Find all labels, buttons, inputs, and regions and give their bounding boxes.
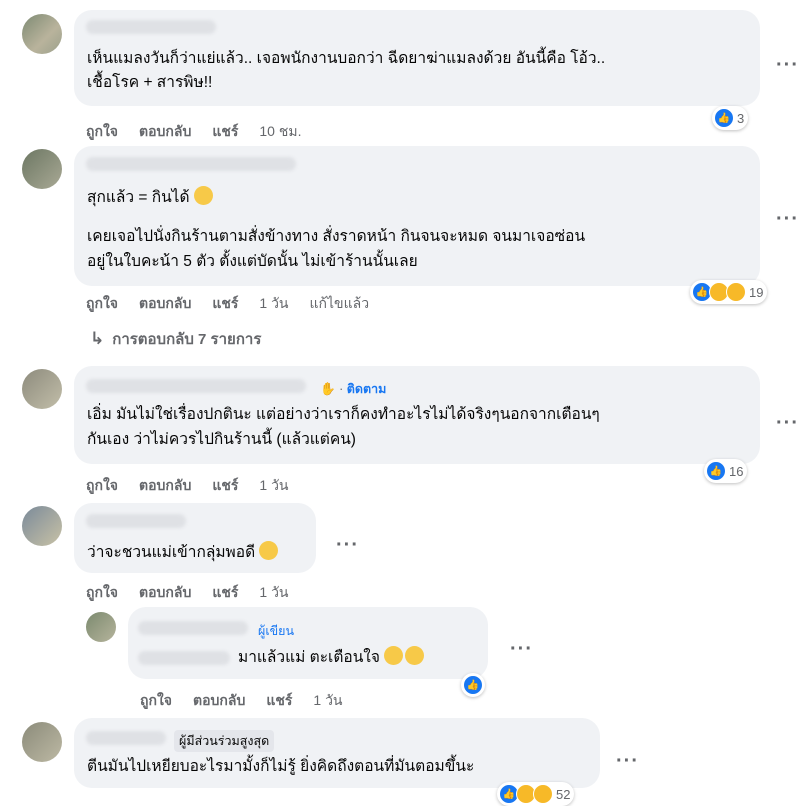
more-options-icon[interactable]: ··· [510, 639, 533, 659]
comment-bubble: สุกแล้ว = กินได้ เคยเจอไปนั่งกินร้านตามส… [74, 146, 760, 286]
reaction-summary[interactable]: 👍 52 [497, 782, 575, 806]
thumbs-up-icon: 👍 [706, 461, 726, 481]
like-button[interactable]: ถูกใจ [86, 582, 118, 604]
share-button[interactable]: แชร์ [266, 690, 292, 712]
timestamp[interactable]: 10 ชม. [259, 121, 301, 143]
comment-bubble: ผู้มีส่วนร่วมสูงสุด ตีนมันไปเหยียบอะไรมา… [74, 718, 600, 788]
share-button[interactable]: แชร์ [212, 582, 238, 604]
share-button[interactable]: แชร์ [212, 475, 238, 497]
commenter-name[interactable] [86, 514, 186, 528]
reply-button[interactable]: ตอบกลับ [193, 690, 245, 712]
reaction-count: 52 [556, 786, 571, 802]
mention-tag[interactable] [138, 651, 230, 665]
comment-bubble: เห็นแมลงวันก็ว่าแย่แล้ว.. เจอพนักงานบอกว… [74, 10, 760, 106]
comment-bubble: ✋ · ติดตาม เอิ่ม มันไม่ใช่เรื่องปกตินะ แ… [74, 366, 760, 464]
avatar[interactable] [22, 722, 62, 762]
comment-actions: ถูกใจ ตอบกลับ แชร์ 10 ชม. [86, 121, 322, 143]
reaction-count: 19 [749, 284, 764, 300]
comment-bubble: ว่าจะชวนแม่เข้ากลุ่มพอดี [74, 503, 316, 573]
sweat-smile-emoji-icon [405, 646, 425, 665]
follow-link[interactable]: ✋ · ติดตาม [320, 379, 386, 399]
timestamp[interactable]: 1 วัน [259, 582, 288, 604]
comment-text: มาแล้วแม่ ตะเตือนใจ [238, 649, 380, 666]
more-options-icon[interactable]: ··· [336, 535, 359, 555]
reply-arrow-icon: ↳ [90, 329, 105, 348]
reaction-count: 16 [729, 463, 744, 479]
thumbs-up-icon: 👍 [463, 675, 483, 695]
more-options-icon[interactable]: ··· [776, 209, 799, 229]
comment-line: ตีนมันไปเหยียบอะไรมามั้งก็ไม่รู้ ยิ่งคิด… [87, 758, 475, 775]
reply-button[interactable]: ตอบกลับ [139, 121, 191, 143]
comment-line: สุกแล้ว = กินได้ [87, 186, 213, 209]
comment-line: เอิ่ม มันไม่ใช่เรื่องปกตินะ แต่อย่างว่าเ… [87, 406, 600, 423]
comment-line: เห็นแมลงวันก็ว่าแย่แล้ว.. เจอพนักงานบอกว… [87, 50, 606, 67]
like-button[interactable]: ถูกใจ [86, 475, 118, 497]
reaction-summary[interactable]: 👍 3 [712, 106, 749, 130]
comment-line: กันเอง ว่าไม่ควรไปกินร้านนี้ (แล้วแต่คน) [87, 431, 356, 448]
comment-line: อยู่ในใบคะน้า 5 ตัว ตั้งแต่บัดนั้น ไม่เข… [87, 253, 418, 270]
author-badge: ผู้เขียน [258, 624, 295, 638]
commenter-name[interactable] [86, 157, 296, 171]
commenter-name[interactable] [86, 731, 166, 745]
view-replies-link[interactable]: ↳ การตอบกลับ 7 รายการ [90, 327, 261, 351]
thumbs-up-icon: 👍 [714, 108, 734, 128]
top-contributor-badge: ผู้มีส่วนร่วมสูงสุด [174, 730, 275, 752]
more-options-icon[interactable]: ··· [776, 413, 799, 433]
like-button[interactable]: ถูกใจ [140, 690, 172, 712]
share-button[interactable]: แชร์ [212, 293, 238, 315]
comment-actions: ถูกใจ ตอบกลับ แชร์ 1 วัน [86, 475, 310, 497]
care-reaction-icon [533, 784, 553, 804]
reply-button[interactable]: ตอบกลับ [139, 582, 191, 604]
timestamp[interactable]: 1 วัน [259, 293, 288, 315]
avatar[interactable] [22, 149, 62, 189]
follow-label: ติดตาม [346, 382, 387, 396]
comment-line: มาแล้วแม่ ตะเตือนใจ [238, 646, 425, 669]
reaction-summary[interactable]: 👍 19 [690, 280, 768, 304]
comment-line: ว่าจะชวนแม่เข้ากลุ่มพอดี [87, 541, 279, 564]
smile-emoji-icon [384, 646, 404, 665]
care-reaction-icon [726, 282, 746, 302]
wave-hand-icon: ✋ [320, 382, 336, 396]
commenter-name[interactable] [86, 379, 306, 393]
reply-button[interactable]: ตอบกลับ [139, 475, 191, 497]
timestamp[interactable]: 1 วัน [313, 690, 342, 712]
reply-button[interactable]: ตอบกลับ [139, 293, 191, 315]
avatar[interactable] [22, 14, 62, 54]
avatar[interactable] [22, 506, 62, 546]
laughing-emoji-icon [193, 186, 213, 205]
comment-actions: ถูกใจ ตอบกลับ แชร์ 1 วัน [140, 690, 364, 712]
avatar[interactable] [22, 369, 62, 409]
reaction-summary[interactable]: 👍 16 [704, 459, 748, 483]
comment-actions: ถูกใจ ตอบกลับ แชร์ 1 วัน [86, 582, 310, 604]
share-button[interactable]: แชร์ [212, 121, 238, 143]
like-button[interactable]: ถูกใจ [86, 121, 118, 143]
avatar[interactable] [86, 612, 116, 642]
replies-label: การตอบกลับ 7 รายการ [112, 331, 262, 348]
comment-bubble: ผู้เขียน มาแล้วแม่ ตะเตือนใจ [128, 607, 488, 679]
timestamp[interactable]: 1 วัน [259, 475, 288, 497]
crying-emoji-icon [259, 541, 279, 560]
reaction-count: 3 [737, 110, 745, 126]
edited-label: แก้ไขแล้ว [309, 295, 370, 311]
like-button[interactable]: ถูกใจ [86, 293, 118, 315]
more-options-icon[interactable]: ··· [776, 55, 799, 75]
comment-text: ว่าจะชวนแม่เข้ากลุ่มพอดี [87, 544, 256, 561]
commenter-name[interactable] [86, 20, 216, 34]
comment-actions: ถูกใจ ตอบกลับ แชร์ 1 วัน แก้ไขแล้ว [86, 293, 390, 315]
comment-text: สุกแล้ว = กินได้ [87, 189, 190, 206]
comment-line: เชื้อโรค + สารพิษ!! [87, 74, 213, 91]
comment-line: เคยเจอไปนั่งกินร้านตามสั่งข้างทาง สั่งรา… [87, 228, 586, 245]
commenter-name[interactable] [138, 621, 248, 635]
more-options-icon[interactable]: ··· [616, 751, 639, 771]
reaction-summary[interactable]: 👍 [461, 673, 485, 697]
